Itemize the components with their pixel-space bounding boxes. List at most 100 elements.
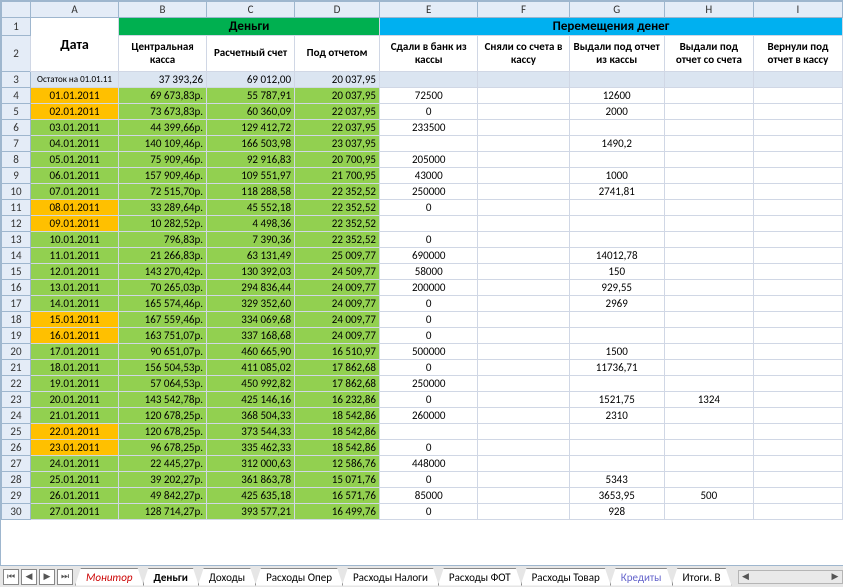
cell[interactable]: 460 665,90 xyxy=(207,344,295,360)
cell[interactable]: 75 909,46р. xyxy=(119,152,207,168)
cell[interactable]: 0 xyxy=(380,440,478,456)
sheet-tab[interactable]: Монитор xyxy=(75,568,144,586)
cell[interactable] xyxy=(569,312,664,328)
cell[interactable]: 24 009,77 xyxy=(295,280,380,296)
tab-nav-first[interactable]: ⏮ xyxy=(3,569,19,585)
cell[interactable]: 72500 xyxy=(380,88,478,104)
cell[interactable]: 22 352,52 xyxy=(295,200,380,216)
cell[interactable]: 03.01.2011 xyxy=(31,120,119,136)
cell[interactable]: 250000 xyxy=(380,184,478,200)
cell[interactable] xyxy=(753,184,842,200)
row-header[interactable]: 7 xyxy=(2,136,31,152)
cell[interactable] xyxy=(478,88,569,104)
cell[interactable]: 24.01.2011 xyxy=(31,456,119,472)
cell[interactable]: 27.01.2011 xyxy=(31,504,119,520)
cell[interactable]: 0 xyxy=(380,360,478,376)
cell[interactable]: 70 265,03р. xyxy=(119,280,207,296)
row-header[interactable]: 30 xyxy=(2,504,31,520)
cell[interactable] xyxy=(664,264,753,280)
cell[interactable]: 411 085,02 xyxy=(207,360,295,376)
cell[interactable]: 0 xyxy=(380,392,478,408)
cell[interactable]: 1500 xyxy=(569,344,664,360)
tab-nav-next[interactable]: ▶ xyxy=(39,569,55,585)
cell[interactable]: 157 909,46р. xyxy=(119,168,207,184)
row-header[interactable]: 8 xyxy=(2,152,31,168)
cell[interactable] xyxy=(664,312,753,328)
cell[interactable]: 20 037,95 xyxy=(295,72,380,88)
cell[interactable] xyxy=(478,392,569,408)
cell[interactable] xyxy=(664,456,753,472)
cell[interactable] xyxy=(753,264,842,280)
cell[interactable]: 0 xyxy=(380,104,478,120)
row-header[interactable]: 1 xyxy=(2,18,31,36)
cell[interactable] xyxy=(753,104,842,120)
scroll-right-arrow[interactable]: ▶ xyxy=(828,571,842,582)
row-header[interactable]: 23 xyxy=(2,392,31,408)
cell[interactable]: 16.01.2011 xyxy=(31,328,119,344)
cell[interactable]: 22.01.2011 xyxy=(31,424,119,440)
cell[interactable]: 21.01.2011 xyxy=(31,408,119,424)
cell[interactable] xyxy=(664,376,753,392)
cell[interactable] xyxy=(478,232,569,248)
cell[interactable]: 690000 xyxy=(380,248,478,264)
cell[interactable]: 166 503,98 xyxy=(207,136,295,152)
cell[interactable]: 04.01.2011 xyxy=(31,136,119,152)
col-label[interactable]: Вернули под отчет в кассу xyxy=(753,36,842,72)
cell[interactable] xyxy=(753,344,842,360)
cell[interactable]: 1521,75 xyxy=(569,392,664,408)
cell[interactable]: 150 xyxy=(569,264,664,280)
cell[interactable] xyxy=(664,120,753,136)
cell[interactable]: 22 352,52 xyxy=(295,184,380,200)
row-header[interactable]: 21 xyxy=(2,360,31,376)
cell[interactable]: 7 390,36 xyxy=(207,232,295,248)
cell[interactable]: 109 551,97 xyxy=(207,168,295,184)
cell[interactable]: 167 559,46р. xyxy=(119,312,207,328)
cell[interactable]: 500 xyxy=(664,488,753,504)
cell[interactable] xyxy=(478,344,569,360)
cell[interactable]: 1324 xyxy=(664,392,753,408)
row-header[interactable]: 17 xyxy=(2,296,31,312)
col-header[interactable]: C xyxy=(207,2,295,18)
cell[interactable] xyxy=(478,360,569,376)
move-group-header[interactable]: Перемещения денег xyxy=(380,18,843,36)
sheet-tab[interactable]: Расходы ФОТ xyxy=(438,568,522,586)
cell[interactable]: 14012,78 xyxy=(569,248,664,264)
cell[interactable]: 11.01.2011 xyxy=(31,248,119,264)
cell[interactable]: 250000 xyxy=(380,376,478,392)
cell[interactable]: 12600 xyxy=(569,88,664,104)
row-header[interactable]: 16 xyxy=(2,280,31,296)
cell[interactable]: 0 xyxy=(380,504,478,520)
cell[interactable] xyxy=(664,360,753,376)
cell[interactable]: 1000 xyxy=(569,168,664,184)
row-header[interactable]: 11 xyxy=(2,200,31,216)
cell[interactable]: 49 842,27р. xyxy=(119,488,207,504)
cell[interactable] xyxy=(569,120,664,136)
cell[interactable]: 20.01.2011 xyxy=(31,392,119,408)
cell[interactable] xyxy=(478,136,569,152)
cell[interactable]: 05.01.2011 xyxy=(31,152,119,168)
cell[interactable] xyxy=(569,200,664,216)
cell[interactable] xyxy=(478,264,569,280)
cell[interactable]: 165 574,46р. xyxy=(119,296,207,312)
cell[interactable]: 929,55 xyxy=(569,280,664,296)
cell[interactable] xyxy=(478,72,569,88)
cell[interactable] xyxy=(753,280,842,296)
cell[interactable] xyxy=(753,72,842,88)
cell[interactable]: 143 542,78р. xyxy=(119,392,207,408)
cell[interactable]: 129 412,72 xyxy=(207,120,295,136)
cell[interactable]: 425 635,18 xyxy=(207,488,295,504)
cell[interactable]: 90 651,07р. xyxy=(119,344,207,360)
cell[interactable] xyxy=(569,456,664,472)
cell[interactable] xyxy=(478,280,569,296)
cell[interactable] xyxy=(478,472,569,488)
sheet-tab[interactable]: Доходы xyxy=(198,568,256,586)
cell[interactable]: 450 992,82 xyxy=(207,376,295,392)
cell[interactable] xyxy=(753,248,842,264)
cell[interactable]: 96 678,25р. xyxy=(119,440,207,456)
cell[interactable]: 120 678,25р. xyxy=(119,424,207,440)
cell[interactable] xyxy=(380,136,478,152)
col-label[interactable]: Выдали под отчет из кассы xyxy=(569,36,664,72)
cell[interactable]: 329 352,60 xyxy=(207,296,295,312)
cell[interactable] xyxy=(664,328,753,344)
cell[interactable] xyxy=(478,120,569,136)
